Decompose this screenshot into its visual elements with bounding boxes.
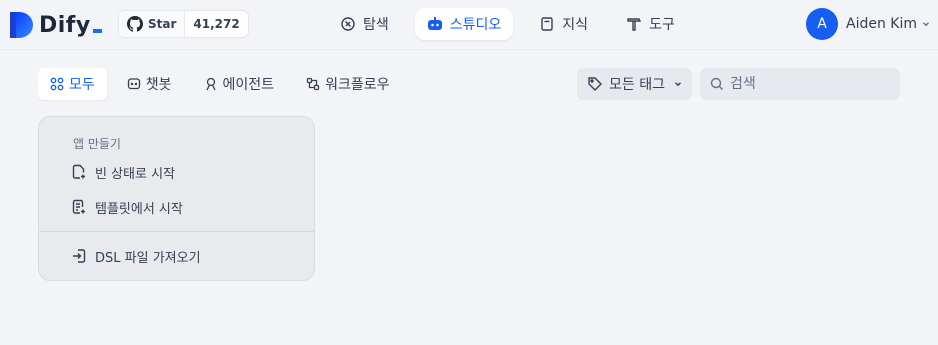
nav-tools[interactable]: 도구 [614, 8, 687, 40]
nav-knowledge[interactable]: 지식 [527, 8, 600, 40]
app-type-filters: 모두 챗봇 에이전트 워크플로우 [38, 68, 409, 100]
tag-icon [588, 77, 602, 91]
github-star-button[interactable]: Star 41,272 [118, 10, 249, 38]
filter-all[interactable]: 모두 [38, 68, 107, 100]
create-app-card: 앱 만들기 빈 상태로 시작 템플릿에서 시작 DSL 파일 가져오기 [38, 116, 315, 281]
card-divider [39, 231, 314, 232]
import-dsl-label: DSL 파일 가져오기 [95, 250, 201, 266]
nav-explore[interactable]: 탐색 [328, 8, 401, 40]
hammer-icon [627, 18, 642, 31]
agent-icon [205, 77, 216, 91]
grid-icon [50, 77, 64, 91]
top-header: Dify Star 41,272 탐색 스튜디오 지식 도구 A Aiden K… [0, 0, 938, 50]
star-count[interactable]: 41,272 [185, 11, 247, 37]
robot-icon [427, 17, 442, 30]
file-plus-icon [72, 164, 85, 179]
tag-filter-label: 모든 태그 [609, 77, 665, 93]
template-icon [72, 199, 85, 214]
tag-filter-dropdown[interactable]: 모든 태그 [577, 68, 692, 100]
book-icon [541, 17, 553, 31]
nav-explore-label: 탐색 [363, 17, 389, 33]
filter-agent-label: 에이전트 [222, 77, 275, 93]
main-nav: 탐색 스튜디오 지식 도구 [328, 8, 701, 40]
create-blank-label: 빈 상태로 시작 [95, 166, 176, 182]
brand-name: Dify [39, 12, 91, 38]
chevron-down-icon [923, 22, 929, 27]
create-from-template-label: 템플릿에서 시작 [95, 201, 183, 217]
import-dsl-button[interactable]: DSL 파일 가져오기 [71, 244, 201, 268]
workflow-icon [306, 77, 320, 91]
nav-knowledge-label: 지식 [562, 17, 589, 33]
search-box[interactable] [700, 68, 900, 100]
filter-workflow-label: 워크플로우 [325, 77, 390, 93]
filter-all-label: 모두 [69, 77, 95, 93]
import-icon [73, 249, 86, 263]
search-input[interactable] [730, 76, 890, 92]
dify-logo[interactable]: Dify [8, 11, 102, 39]
create-blank-button[interactable]: 빈 상태로 시작 [71, 160, 175, 184]
user-name[interactable]: Aiden Kim [846, 16, 917, 32]
nav-studio[interactable]: 스튜디오 [414, 8, 514, 40]
filter-chatbot-label: 챗봇 [145, 77, 172, 93]
nav-tools-label: 도구 [649, 17, 675, 33]
filter-agent[interactable]: 에이전트 [192, 68, 287, 100]
nav-studio-label: 스튜디오 [449, 17, 502, 33]
github-star-label-box[interactable]: Star [119, 11, 186, 37]
dify-logo-icon [10, 12, 33, 38]
filter-workflow[interactable]: 워크플로우 [294, 68, 401, 100]
chat-icon [127, 78, 140, 90]
search-icon [710, 77, 723, 90]
star-label: Star [148, 17, 177, 31]
avatar[interactable]: A [806, 8, 838, 40]
user-menu[interactable]: A Aiden Kim [806, 8, 931, 40]
brand-cursor [92, 29, 102, 33]
create-app-title: 앱 만들기 [73, 137, 121, 151]
chevron-down-icon [674, 82, 681, 87]
create-from-template-button[interactable]: 템플릿에서 시작 [71, 195, 183, 219]
explore-icon [341, 17, 355, 31]
github-icon [127, 16, 143, 32]
filter-chatbot[interactable]: 챗봇 [115, 68, 184, 100]
